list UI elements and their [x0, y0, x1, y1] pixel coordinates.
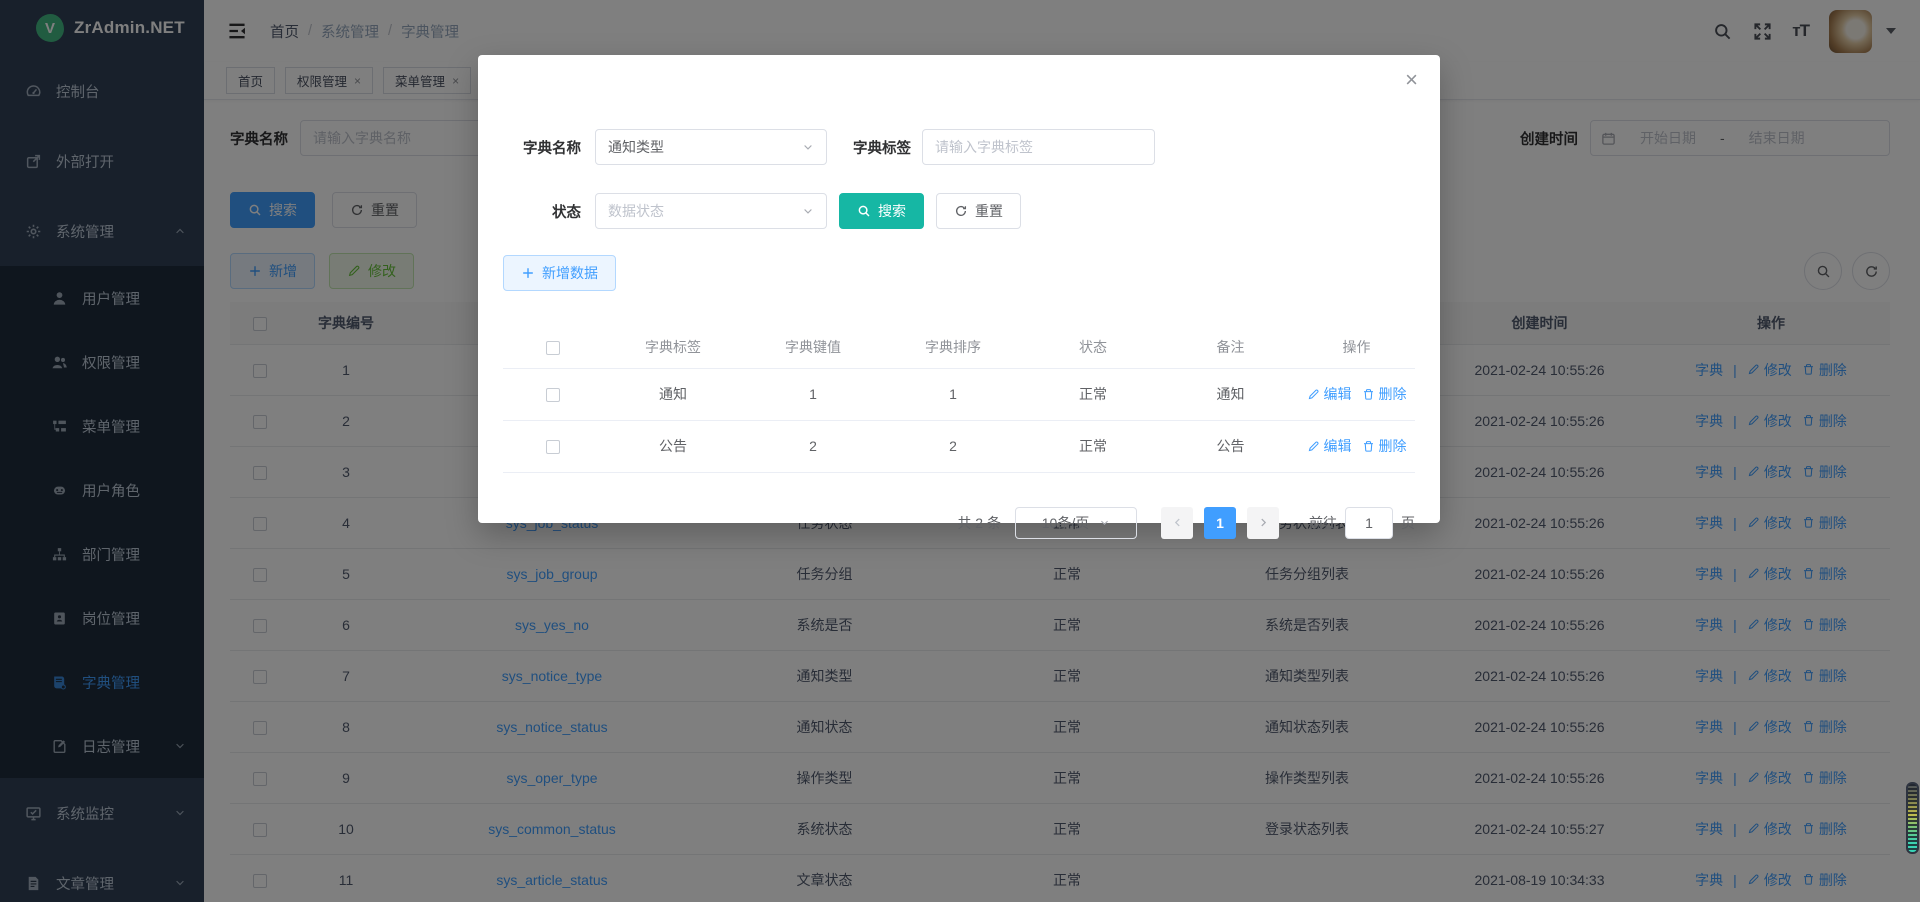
modal-row-checkbox[interactable] [546, 388, 560, 402]
modal-dict-name-value: 通知类型 [608, 137, 664, 157]
dict-data-value-cell: 2 [743, 420, 883, 472]
next-page-button[interactable] [1247, 507, 1279, 539]
modal-column-header: 字典键值 [743, 326, 883, 368]
modal-edit-link[interactable]: 编辑 [1307, 384, 1352, 404]
dict-data-label-cell: 通知 [603, 368, 743, 420]
close-icon[interactable]: × [1405, 69, 1418, 91]
chevron-down-icon [802, 205, 814, 217]
modal-dict-name-label: 字典名称 [503, 137, 581, 158]
goto-label: 前往 [1309, 513, 1337, 533]
dict-data-sort-cell: 1 [883, 368, 1023, 420]
page-number-button[interactable]: 1 [1204, 507, 1236, 539]
modal-status-select[interactable]: 数据状态 [595, 193, 827, 229]
modal-status-placeholder: 数据状态 [608, 201, 664, 221]
modal-select-all-header [503, 326, 603, 368]
modal-row-checkbox[interactable] [546, 440, 560, 454]
prev-page-button[interactable] [1161, 507, 1193, 539]
modal-dict-name-select[interactable]: 通知类型 [595, 129, 827, 165]
row-select-cell [503, 368, 603, 420]
dict-data-status-cell: 正常 [1023, 368, 1163, 420]
modal-dict-label-label: 字典标签 [837, 137, 911, 158]
pagination: 共 2 条 10条/页 1 前往 页 [503, 507, 1415, 539]
dict-data-modal: × 字典名称 通知类型 字典标签 状态 数据状态 搜索 重置 [478, 55, 1440, 523]
modal-reset-button[interactable]: 重置 [936, 193, 1021, 229]
pagination-goto: 前往 页 [1309, 507, 1415, 539]
app-root: V ZrAdmin.NET 控制台外部打开系统管理用户管理权限管理菜单管理用户角… [0, 0, 1920, 902]
modal-select-all-checkbox[interactable] [546, 341, 560, 355]
modal-filter-row-2: 状态 数据状态 搜索 重置 [503, 193, 1415, 229]
modal-add-data-button-label: 新增数据 [542, 263, 598, 283]
modal-table-row: 通知11正常通知编辑删除 [503, 368, 1415, 420]
modal-column-header: 字典标签 [603, 326, 743, 368]
modal-status-label: 状态 [503, 201, 581, 222]
modal-search-button-label: 搜索 [878, 201, 906, 221]
dict-data-remark-cell: 通知 [1163, 368, 1298, 420]
modal-delete-link-label: 删除 [1379, 436, 1407, 456]
dict-data-status-cell: 正常 [1023, 420, 1163, 472]
modal-edit-link-label: 编辑 [1324, 384, 1352, 404]
modal-filter-row-1: 字典名称 通知类型 字典标签 [503, 129, 1415, 165]
dict-data-sort-cell: 2 [883, 420, 1023, 472]
modal-table-header-row: 字典标签字典键值字典排序状态备注操作 [503, 326, 1415, 368]
dict-data-remark-cell: 公告 [1163, 420, 1298, 472]
dict-data-value-cell: 1 [743, 368, 883, 420]
modal-column-header: 状态 [1023, 326, 1163, 368]
modal-table-row: 公告22正常公告编辑删除 [503, 420, 1415, 472]
modal-delete-link[interactable]: 删除 [1362, 384, 1407, 404]
modal-column-header: 操作 [1298, 326, 1415, 368]
modal-row-actions: 编辑 删除 [1307, 436, 1407, 456]
modal-actions-cell: 编辑 删除 [1298, 368, 1415, 420]
row-select-cell [503, 420, 603, 472]
modal-edit-link[interactable]: 编辑 [1307, 436, 1352, 456]
modal-search-button[interactable]: 搜索 [839, 193, 924, 229]
modal-column-header: 字典排序 [883, 326, 1023, 368]
chevron-down-icon [802, 141, 814, 153]
pagination-total: 共 2 条 [957, 513, 1001, 533]
chevron-down-icon [1099, 515, 1110, 531]
page-size-select[interactable]: 10条/页 [1015, 507, 1137, 539]
modal-dict-label-input[interactable] [922, 129, 1155, 165]
dict-data-label-cell: 公告 [603, 420, 743, 472]
modal-edit-link-label: 编辑 [1324, 436, 1352, 456]
scrollbar-thumb[interactable] [1906, 782, 1919, 854]
modal-delete-link-label: 删除 [1379, 384, 1407, 404]
modal-add-data-button[interactable]: 新增数据 [503, 255, 616, 291]
modal-row-actions: 编辑 删除 [1307, 384, 1407, 404]
modal-delete-link[interactable]: 删除 [1362, 436, 1407, 456]
modal-column-header: 备注 [1163, 326, 1298, 368]
page-unit-label: 页 [1401, 513, 1415, 533]
page-size-value: 10条/页 [1042, 513, 1089, 533]
modal-reset-button-label: 重置 [975, 201, 1003, 221]
dict-data-table: 字典标签字典键值字典排序状态备注操作通知11正常通知编辑删除公告22正常公告编辑… [503, 326, 1415, 473]
goto-page-input[interactable] [1345, 507, 1393, 539]
modal-actions-cell: 编辑 删除 [1298, 420, 1415, 472]
